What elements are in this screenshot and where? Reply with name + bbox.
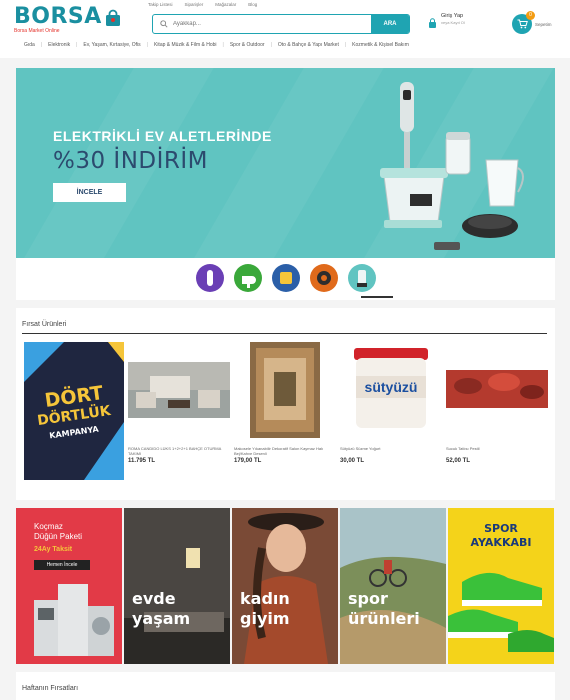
garden-furniture-image — [128, 362, 230, 418]
search-button[interactable]: ARA — [371, 15, 409, 33]
sneaker-image — [448, 572, 554, 652]
cart-icon: 0 — [512, 11, 535, 34]
wedding-package-tile[interactable]: Koçmaz Düğün Paketi 24Ay Taksit Hemen İn… — [16, 508, 122, 664]
food-processor-image — [380, 82, 524, 250]
product-price: 11.795 TL — [128, 458, 156, 464]
product-card[interactable]: ROMA CANDIDO LÜKS 1+2+2+1 BAHÇE OTURMA T… — [128, 342, 230, 472]
tile-label: ürünleri — [348, 609, 420, 628]
login-area[interactable]: Giriş Yap veya Kayıt Ol — [428, 13, 465, 28]
product-name: Sütyüzü Süzme Yoğurt — [340, 446, 381, 451]
site-logo[interactable]: BORSA Borsa Market Online — [14, 4, 120, 36]
category-link[interactable]: Spor & Outdoor — [224, 42, 271, 48]
cycling-image — [340, 508, 446, 664]
section-title: Fırsat Ürünleri — [22, 321, 67, 328]
sports-shoes-tile[interactable]: SPOR AYAKKABI — [448, 508, 554, 664]
cart-button[interactable]: 0 Sepetim — [512, 11, 552, 34]
product-name: Makosele Yıkanabilir Dekoratif Salon Kay… — [234, 446, 324, 456]
mixer-icon[interactable] — [348, 264, 376, 292]
top-link[interactable]: Takip Listesi — [148, 2, 173, 7]
decorative-stripe — [176, 68, 396, 258]
category-nav: Gıda | Elektronik | Ev, Yaşam, Kırtasiye, … — [18, 42, 415, 48]
search-bar: ARA — [152, 14, 410, 34]
speaker-icon[interactable] — [310, 264, 338, 292]
section-title: Haftanın Fırsatları — [22, 685, 79, 692]
top-link[interactable]: Blog — [248, 2, 257, 7]
appliances-image — [34, 584, 114, 656]
product-name: ROMA CANDIDO LÜKS 1+2+2+1 BAHÇE OTURMA T… — [128, 446, 222, 456]
tile-label: yaşam — [132, 609, 191, 628]
appliance-icon[interactable] — [272, 264, 300, 292]
hero-cta-button[interactable]: İNCELE — [53, 183, 126, 202]
product-card[interactable]: Sucuk Tatlısı Pestil 52,00 TL — [446, 342, 548, 472]
pestil-image — [446, 370, 548, 408]
hero-banner[interactable]: ELEKTRİKLİ EV ALETLERİNDE %30 İNDİRİM İN… — [16, 68, 555, 258]
cart-label: Sepetim — [535, 21, 552, 27]
product-price: 52,00 TL — [446, 458, 471, 464]
login-link[interactable]: Giriş Yap — [441, 13, 465, 20]
search-input[interactable] — [171, 15, 371, 33]
category-link[interactable]: Kitap & Müzik & Film & Hobi — [148, 42, 223, 48]
deals-section: Fırsat Ürünleri DÖRT DÖRTLÜK KAMPANYA RO… — [16, 308, 555, 500]
weekly-deals-section: Haftanın Fırsatları — [16, 672, 555, 700]
section-divider — [22, 333, 547, 334]
tile-label: giyim — [240, 609, 290, 628]
blender-icon[interactable] — [196, 264, 224, 292]
hero-headline: ELEKTRİKLİ EV ALETLERİNDE — [53, 128, 272, 144]
page: BORSA Borsa Market Online Takip Listesi … — [0, 0, 570, 700]
product-name: Sucuk Tatlısı Pestil — [446, 446, 480, 451]
tile-label: evde — [132, 589, 176, 608]
shopping-bag-icon — [104, 8, 122, 26]
product-card[interactable]: sütyüzü Sütyüzü Süzme Yoğurt 30,00 TL — [340, 342, 442, 472]
svg-text:sütyüzü: sütyüzü — [365, 379, 418, 395]
category-link[interactable]: Kozmetik & Kişisel Bakım — [346, 42, 415, 48]
carpet-image — [250, 342, 320, 438]
product-card[interactable]: Makosele Yıkanabilir Dekoratif Salon Kay… — [234, 342, 336, 472]
tile-label: kadın — [240, 589, 290, 608]
logo-text: BORSA — [14, 4, 102, 29]
women-clothing-tile[interactable]: kadın giyim — [232, 508, 338, 664]
category-link[interactable]: Oto & Bahçe & Yapı Market — [272, 42, 345, 48]
hair-dryer-icon[interactable] — [234, 264, 262, 292]
product-price: 179,00 TL — [234, 458, 262, 464]
sports-products-tile[interactable]: spor ürünleri — [340, 508, 446, 664]
active-thumbnail-indicator — [361, 296, 393, 298]
promo-card[interactable]: DÖRT DÖRTLÜK KAMPANYA — [24, 342, 124, 480]
top-links: Takip Listesi Siparişler Mağazalar Blog — [148, 2, 257, 7]
yogurt-tub-image: sütyüzü — [354, 348, 428, 428]
cart-count-badge: 0 — [526, 11, 535, 20]
category-link[interactable]: Elektronik — [42, 42, 76, 48]
top-link[interactable]: Mağazalar — [215, 2, 236, 7]
top-link[interactable]: Siparişler — [185, 2, 204, 7]
lock-icon — [428, 15, 437, 28]
register-link[interactable]: veya Kayıt Ol — [441, 20, 465, 25]
category-link[interactable]: Gıda — [18, 42, 41, 48]
product-price: 30,00 TL — [340, 458, 365, 464]
home-living-tile[interactable]: evde yaşam — [124, 508, 230, 664]
bedroom-image — [124, 508, 230, 664]
site-header: BORSA Borsa Market Online Takip Listesi … — [0, 0, 570, 58]
hero-discount: %30 İNDİRİM — [53, 148, 209, 174]
category-link[interactable]: Ev, Yaşam, Kırtasiye, Ofis — [77, 42, 146, 48]
banner-thumbnails — [16, 258, 555, 300]
fashion-model-image — [232, 508, 338, 664]
search-icon — [157, 15, 171, 33]
tile-label: spor — [348, 589, 388, 608]
category-tiles: Koçmaz Düğün Paketi 24Ay Taksit Hemen İn… — [16, 508, 555, 664]
